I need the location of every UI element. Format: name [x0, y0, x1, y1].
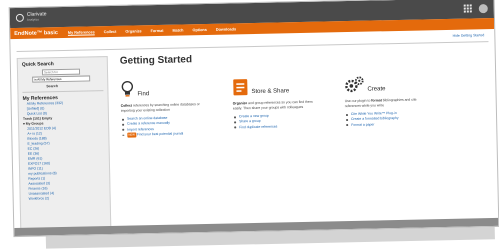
create-links: Cite While You Write™ Plug-in Create a f…	[345, 110, 451, 128]
search-button[interactable]: Search	[46, 83, 103, 88]
search-scope-select[interactable]: in All My References	[32, 75, 91, 83]
store-share-links: Create a new group Share a group Find du…	[233, 112, 339, 130]
nav-downloads[interactable]: Downloads	[216, 27, 236, 31]
find-description: Collect references by searching online d…	[120, 102, 200, 113]
product-brand[interactable]: EndNote™ basic	[14, 30, 58, 37]
sidebar: Quick Search in All My References Search…	[16, 56, 112, 233]
nav-match[interactable]: Match	[172, 28, 183, 32]
gears-icon	[345, 76, 364, 93]
clarivate-logo[interactable]: Clarivate Analytics	[15, 11, 47, 23]
create-description: Use our plugin to format bibliographies …	[344, 97, 417, 108]
format-paper-link[interactable]: Format a paper	[345, 120, 451, 127]
store-share-title: Store & Share	[251, 88, 290, 96]
sidebar-item[interactable]: Workforce (2)	[25, 195, 106, 202]
apps-grid-icon[interactable]	[463, 3, 473, 13]
page-title: Getting Started	[119, 54, 193, 67]
nav-options[interactable]: Options	[192, 27, 206, 31]
getting-started-columns: Find Collect references by searching onl…	[120, 69, 496, 138]
account-icon[interactable]	[478, 3, 488, 13]
lightbulb-icon	[121, 80, 134, 97]
document-group-icon	[233, 79, 248, 96]
create-title: Create	[367, 86, 386, 93]
endnote-logo-icon	[15, 13, 24, 22]
nav-collect[interactable]: Collect	[104, 29, 117, 33]
nav-organize[interactable]: Organize	[125, 29, 141, 33]
find-duplicates-link[interactable]: Find duplicate references	[233, 123, 339, 130]
getting-started-panel: Getting Started Find Collect references …	[108, 42, 499, 231]
find-links: Search an online database Create a refer…	[121, 115, 227, 138]
find-title: Find	[137, 91, 150, 98]
quick-search-title: Quick Search	[21, 61, 54, 68]
store-share-description: Organize and group references so you can…	[232, 99, 313, 111]
nav-format[interactable]: Format	[151, 28, 164, 32]
find-column: Find Collect references by searching onl…	[120, 75, 227, 138]
sidebar-list: All My References (332) [Unfiled] (0) Quic…	[23, 100, 106, 202]
sidebar-divider	[22, 90, 104, 93]
content-area: Quick Search in All My References Search…	[11, 42, 499, 233]
new-badge: NEW	[127, 132, 136, 138]
nav-my-references[interactable]: My References	[68, 30, 95, 35]
store-share-column: Store & Share Organize and group referen…	[232, 72, 339, 135]
create-column: Create Use our plugin to format bibliogr…	[344, 70, 451, 133]
logo-subtext: Analytics	[26, 17, 39, 22]
quick-search-input[interactable]	[41, 68, 81, 76]
find-journal-link[interactable]: NEW Find your best potential journal	[121, 130, 227, 138]
screenshot-frame: Clarivate Analytics EndNote™ basic My Re…	[8, 0, 499, 238]
